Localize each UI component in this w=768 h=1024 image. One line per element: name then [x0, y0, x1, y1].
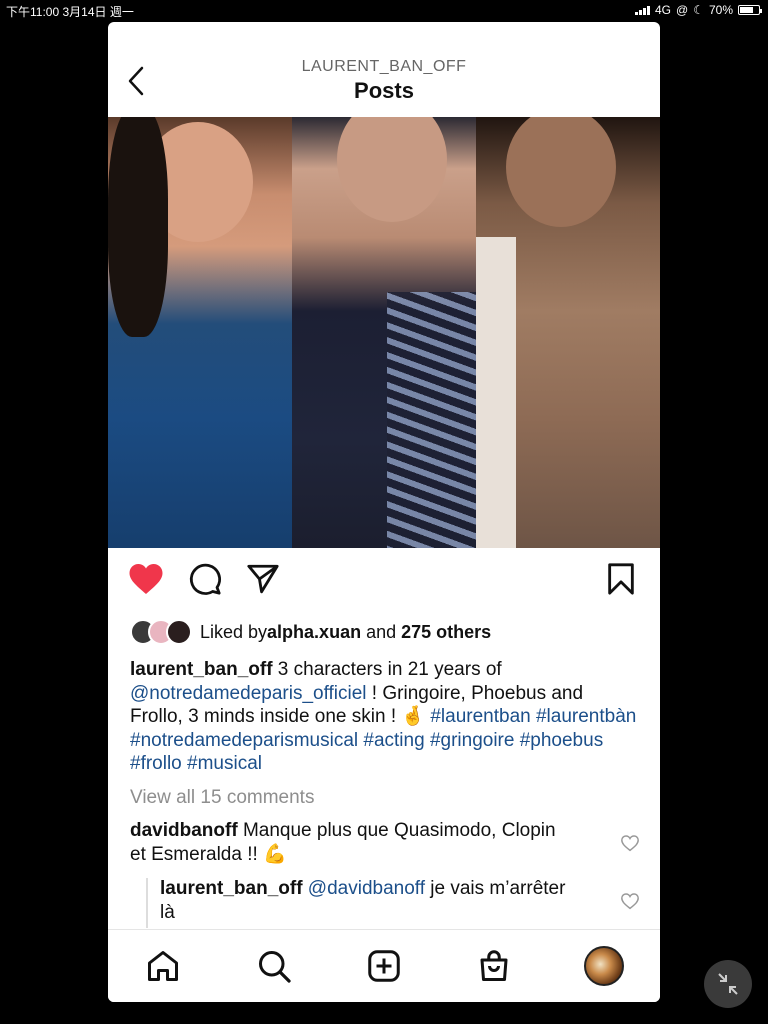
caption-text: 3 characters in 21 years of: [272, 659, 502, 680]
view-all-comments[interactable]: View all 15 comments: [130, 787, 314, 809]
liked-by-prefix: Liked by: [200, 621, 268, 642]
comment-item: davidbanoff Manque plus que Quasimodo, C…: [130, 819, 570, 867]
reply-like-icon[interactable]: [620, 892, 640, 910]
battery-icon: [738, 5, 762, 15]
liked-by-others[interactable]: 275 others: [401, 622, 491, 643]
caption-author[interactable]: laurent_ban_off: [130, 659, 273, 680]
likes-summary[interactable]: Liked by alpha.xuan and 275 others: [130, 619, 491, 645]
photo-panel-phoebus: [292, 117, 476, 548]
liked-by-mid: and: [361, 621, 402, 642]
battery-label: 70%: [708, 3, 733, 17]
search-icon[interactable]: [256, 948, 292, 984]
page-title: Posts: [354, 78, 414, 103]
profile-avatar[interactable]: [584, 946, 624, 986]
comment-like-icon[interactable]: [620, 834, 640, 852]
shop-icon[interactable]: [476, 948, 512, 984]
moon-icon: ☾: [693, 3, 704, 17]
bottom-tab-bar: [108, 929, 660, 1002]
liker-avatars: [130, 619, 192, 645]
status-time-date: 下午11:00 3月14日 週一: [6, 5, 134, 19]
header: LAURENT_BAN_OFF Posts: [108, 22, 660, 117]
instagram-window: LAURENT_BAN_OFF Posts Liked by alpha.xua…: [108, 22, 660, 1002]
post-image[interactable]: [108, 117, 660, 548]
collapse-icon: [718, 973, 738, 995]
reply-thread-line: [146, 878, 148, 928]
reply-author[interactable]: laurent_ban_off: [160, 878, 303, 899]
collapse-button[interactable]: [704, 960, 752, 1008]
caption-mention[interactable]: @notredamedeparis_officiel: [130, 683, 367, 704]
comment-author[interactable]: davidbanoff: [130, 820, 238, 841]
liked-by-user[interactable]: alpha.xuan: [267, 622, 361, 643]
bookmark-icon[interactable]: [604, 562, 638, 596]
status-bar: 下午11:00 3月14日 週一 4G @ ☾ 70%: [0, 0, 768, 20]
home-icon[interactable]: [145, 948, 181, 984]
lock-rotation-icon: @: [676, 3, 689, 17]
header-username: LAURENT_BAN_OFF: [301, 58, 467, 75]
network-label: 4G: [655, 3, 672, 17]
signal-icon: [635, 5, 650, 15]
action-bar: [108, 562, 660, 606]
photo-panel-frollo: [476, 117, 660, 548]
reply-item: laurent_ban_off @davidbanoff je vais m’a…: [160, 877, 570, 925]
post-caption: laurent_ban_off 3 characters in 21 years…: [130, 658, 640, 776]
add-icon[interactable]: [366, 948, 402, 984]
share-icon[interactable]: [246, 562, 280, 596]
status-right: 4G @ ☾ 70%: [635, 3, 762, 17]
photo-panel-gringoire: [108, 117, 292, 548]
reply-mention[interactable]: @davidbanoff: [303, 878, 425, 899]
heart-icon[interactable]: [128, 562, 164, 596]
comment-icon[interactable]: [188, 562, 222, 596]
